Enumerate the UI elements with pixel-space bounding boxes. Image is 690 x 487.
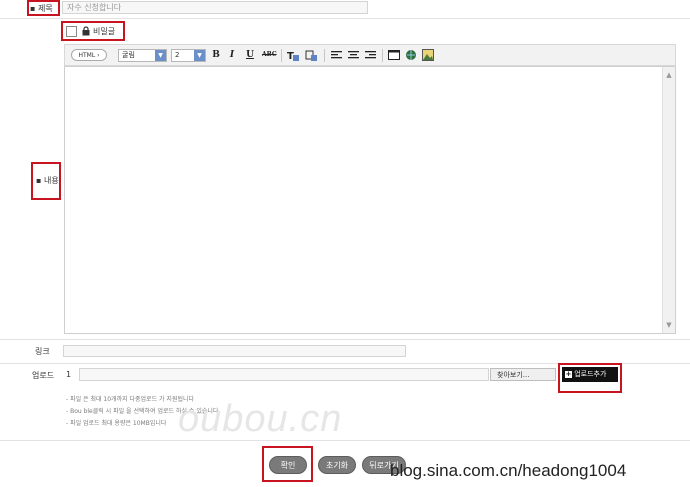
editor-scrollbar[interactable]: ▲ ▼: [662, 67, 675, 333]
editor-toolbar: HTML › 굴림 ▼ 2 ▼ B I U ABC T: [64, 44, 676, 66]
upload-index: 1: [66, 370, 72, 379]
toolbar-separator: [382, 49, 383, 62]
table-icon[interactable]: [388, 49, 400, 61]
underline-button[interactable]: U: [245, 49, 255, 61]
divider: [0, 339, 690, 340]
reset-button[interactable]: 초기화: [318, 456, 356, 474]
link-globe-icon[interactable]: [405, 49, 417, 61]
background-watermark: oubou.cn: [178, 398, 343, 440]
scroll-down-icon[interactable]: ▼: [663, 319, 675, 331]
align-right-icon[interactable]: [365, 50, 376, 60]
italic-button[interactable]: I: [227, 49, 237, 61]
divider: [0, 18, 690, 19]
upload-note: - 파일 은 최대 10개까지 다중업로드 가 지원됩니다: [66, 396, 195, 403]
content-editor[interactable]: ▲ ▼: [64, 66, 676, 334]
upload-note: - 파일 업로드 최대 용량은 10MB입니다: [66, 420, 167, 427]
blog-watermark: blog.sina.com.cn/headong1004: [390, 461, 627, 480]
background-color-icon[interactable]: [305, 49, 318, 62]
scroll-up-icon[interactable]: ▲: [663, 69, 675, 81]
upload-file-input[interactable]: [79, 368, 489, 381]
image-icon[interactable]: [422, 49, 434, 61]
size-select[interactable]: 2 ▼: [171, 49, 206, 62]
link-input[interactable]: [63, 345, 406, 357]
content-label-highlight: [31, 162, 61, 200]
text-color-icon[interactable]: T: [287, 49, 299, 62]
confirm-highlight: [262, 446, 313, 482]
svg-text:T: T: [287, 51, 294, 62]
bold-button[interactable]: B: [211, 49, 221, 61]
toolbar-separator: [324, 49, 325, 62]
chevron-down-icon: ▼: [155, 50, 166, 61]
add-upload-highlight: [558, 363, 622, 393]
title-label-highlight: [27, 0, 60, 16]
align-center-icon[interactable]: [348, 50, 359, 60]
link-label: 링크: [35, 347, 50, 356]
chevron-down-icon: ▼: [194, 50, 205, 61]
font-select[interactable]: 굴림 ▼: [118, 49, 167, 62]
browse-button[interactable]: 찾아보기...: [490, 368, 556, 381]
align-left-icon[interactable]: [331, 50, 342, 60]
divider: [0, 440, 690, 441]
strike-button[interactable]: ABC: [262, 49, 277, 61]
secret-highlight: [61, 21, 125, 41]
toolbar-separator: [281, 49, 282, 62]
upload-label: 업로드: [32, 371, 55, 380]
html-mode-button[interactable]: HTML ›: [71, 49, 107, 61]
title-input[interactable]: 자수 신청합니다: [62, 1, 368, 14]
